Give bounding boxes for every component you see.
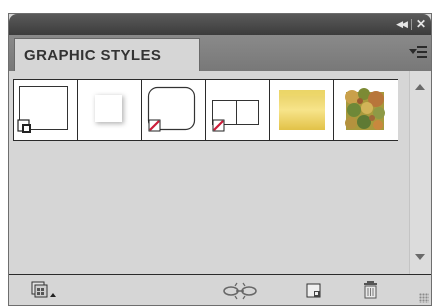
default-graphic-style[interactable]: [14, 80, 78, 140]
graphic-style-libraries-icon[interactable]: [31, 280, 65, 300]
default-style-icon: [17, 86, 68, 133]
yellow-glow-style[interactable]: [270, 80, 334, 140]
yellow-glow-swatch: [279, 90, 325, 130]
tab-graphic-styles[interactable]: GRAPHIC STYLES: [14, 38, 200, 71]
camouflage-texture-style[interactable]: [334, 80, 398, 140]
tab-label: GRAPHIC STYLES: [24, 47, 162, 64]
graphic-styles-panel: ◀◀ ✕ GRAPHIC STYLES: [8, 13, 432, 306]
panel-title-bar[interactable]: ◀◀ ✕: [9, 14, 431, 35]
swatch-grid: [13, 79, 398, 141]
trash-icon[interactable]: [361, 280, 381, 300]
panel-bottom-toolbar: [9, 274, 431, 305]
resize-grip-icon[interactable]: [419, 293, 429, 303]
rounded-corners-icon: [147, 86, 196, 132]
drop-shadow-icon: [95, 95, 124, 124]
panel-tab-row: GRAPHIC STYLES: [9, 35, 431, 71]
camouflage-swatch: [345, 88, 385, 130]
new-graphic-style-icon[interactable]: [304, 280, 324, 300]
drop-shadow-offset-style[interactable]: [206, 80, 270, 140]
scroll-down-arrow-icon[interactable]: [415, 254, 425, 260]
offset-shadow-icon: [212, 100, 259, 132]
title-separator: [411, 19, 412, 30]
double-chevron-left-icon[interactable]: ◀◀: [393, 17, 409, 32]
rounded-corners-style[interactable]: [142, 80, 206, 140]
scroll-up-arrow-icon[interactable]: [415, 84, 425, 90]
panel-menu-icon[interactable]: [409, 45, 427, 59]
vertical-scrollbar[interactable]: [409, 71, 431, 274]
close-icon[interactable]: ✕: [414, 17, 428, 32]
break-link-icon[interactable]: [222, 280, 258, 300]
styles-content-area: [9, 71, 431, 274]
soft-drop-shadow-style[interactable]: [78, 80, 142, 140]
